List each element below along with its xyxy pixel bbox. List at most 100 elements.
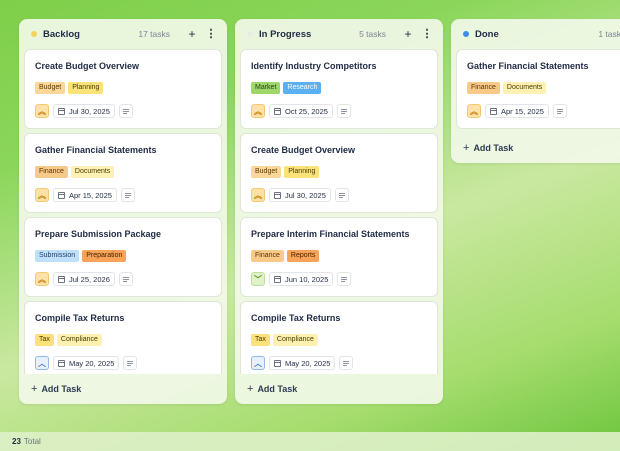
tag: Budget	[251, 166, 282, 178]
due-date-text: May 20, 2025	[285, 358, 331, 368]
calendar-icon	[58, 191, 65, 199]
more-options-icon[interactable]: ⋮	[421, 28, 433, 40]
priority-medium-icon[interactable]: ︿	[251, 356, 265, 370]
notes-icon[interactable]	[339, 356, 354, 370]
task-title: Create Budget Overview	[35, 61, 140, 71]
due-date[interactable]: Jun 10, 2025	[269, 272, 334, 286]
calendar-icon	[490, 107, 497, 115]
add-icon[interactable]: +	[402, 28, 414, 40]
notes-icon[interactable]	[336, 104, 351, 118]
notes-icon[interactable]	[120, 188, 135, 202]
notes-icon[interactable]	[118, 104, 133, 118]
task-title: Create Budget Overview	[251, 145, 356, 155]
card-list: Gather Financial Statements Finance Docu…	[451, 49, 620, 133]
calendar-icon	[274, 275, 281, 283]
column-title: In Progress	[259, 28, 312, 40]
due-date-text: Oct 25, 2025	[285, 106, 328, 116]
notes-icon[interactable]	[123, 356, 138, 370]
total-count: 23	[12, 437, 21, 446]
task-title: Gather Financial Statements	[467, 61, 589, 71]
task-title: Compile Tax Returns	[35, 313, 125, 323]
due-date[interactable]: Jul 30, 2025	[269, 188, 331, 202]
task-card[interactable]: Create Budget Overview Budget Planning ︽…	[240, 133, 438, 213]
due-date[interactable]: May 20, 2025	[53, 356, 120, 370]
task-count: 1 task	[598, 29, 620, 39]
add-icon[interactable]: +	[186, 28, 198, 40]
tag: Tax	[251, 334, 270, 346]
calendar-icon	[274, 191, 281, 199]
tag: Submission	[35, 250, 80, 262]
calendar-icon	[58, 275, 65, 283]
task-title: Prepare Submission Package	[35, 229, 162, 239]
tag: Preparation	[82, 250, 127, 262]
add-task-button[interactable]: + Add Task	[19, 374, 227, 404]
column-done: Done 1 task Gather Financial Statements …	[451, 19, 620, 163]
notes-icon[interactable]	[337, 272, 352, 286]
priority-high-icon[interactable]: ︽	[251, 188, 265, 202]
due-date[interactable]: Jul 30, 2025	[53, 104, 115, 118]
add-task-label: Add Task	[473, 143, 514, 153]
tag: Compliance	[56, 334, 102, 346]
priority-medium-icon[interactable]: ︿	[35, 356, 49, 370]
task-count: 5 tasks	[359, 29, 386, 39]
task-count: 17 tasks	[138, 29, 170, 39]
task-card[interactable]: Prepare Interim Financial Statements Fin…	[240, 217, 438, 297]
add-task-button[interactable]: + Add Task	[235, 374, 443, 404]
column-header: In Progress 5 tasks + ⋮	[235, 19, 443, 49]
total-label: Total	[23, 437, 41, 446]
priority-high-icon[interactable]: ︽	[251, 104, 265, 118]
tag: Market	[251, 82, 281, 94]
due-date-text: Apr 15, 2025	[69, 190, 112, 200]
priority-high-icon[interactable]: ︽	[35, 104, 49, 118]
add-task-button[interactable]: + Add Task	[451, 133, 620, 163]
due-date-text: May 20, 2025	[69, 358, 115, 368]
priority-low-icon[interactable]: ﹀	[251, 272, 265, 286]
tag: Planning	[284, 166, 320, 178]
tag: Documents	[70, 166, 115, 178]
card-list: Create Budget Overview Budget Planning ︽…	[19, 49, 227, 374]
task-card[interactable]: Prepare Submission Package Submission Pr…	[24, 217, 222, 297]
due-date[interactable]: Apr 15, 2025	[53, 188, 117, 202]
due-date-text: Jun 10, 2025	[285, 274, 329, 284]
priority-high-icon[interactable]: ︽	[35, 272, 49, 286]
tag: Finance	[35, 166, 68, 178]
due-date-text: Jul 30, 2025	[285, 190, 326, 200]
column-title: Done	[475, 28, 499, 40]
task-card[interactable]: Identify Industry Competitors Market Res…	[240, 49, 438, 129]
due-date[interactable]: Jul 25, 2026	[53, 272, 115, 286]
tag: Tax	[35, 334, 54, 346]
notes-icon[interactable]	[334, 188, 349, 202]
due-date-text: Apr 15, 2025	[501, 106, 544, 116]
task-card[interactable]: Gather Financial Statements Finance Docu…	[456, 49, 620, 129]
due-date[interactable]: Oct 25, 2025	[269, 104, 333, 118]
tag: Finance	[467, 82, 500, 94]
add-task-label: Add Task	[41, 384, 82, 394]
task-card[interactable]: Gather Financial Statements Finance Docu…	[24, 133, 222, 213]
tag: Compliance	[272, 334, 318, 346]
due-date[interactable]: May 20, 2025	[269, 356, 336, 370]
column-title: Backlog	[43, 28, 80, 40]
due-date[interactable]: Apr 15, 2025	[485, 104, 549, 118]
tag: Finance	[251, 250, 284, 262]
plus-icon: +	[247, 383, 254, 395]
column-in-progress: In Progress 5 tasks + ⋮ Identify Industr…	[235, 19, 443, 404]
card-list: Identify Industry Competitors Market Res…	[235, 49, 443, 374]
status-dot	[247, 31, 253, 37]
priority-high-icon[interactable]: ︽	[35, 188, 49, 202]
more-options-icon[interactable]: ⋮	[205, 28, 217, 40]
column-header: Backlog 17 tasks + ⋮	[19, 19, 227, 49]
tag: Planning	[68, 82, 104, 94]
task-card[interactable]: Compile Tax Returns Tax Compliance ︿ May…	[24, 301, 222, 374]
add-task-label: Add Task	[257, 384, 298, 394]
priority-high-icon[interactable]: ︽	[467, 104, 481, 118]
column-header: Done 1 task	[451, 19, 620, 49]
notes-icon[interactable]	[118, 272, 133, 286]
status-dot	[463, 31, 469, 37]
calendar-icon	[274, 107, 281, 115]
task-card[interactable]: Create Budget Overview Budget Planning ︽…	[24, 49, 222, 129]
task-card[interactable]: Compile Tax Returns Tax Compliance ︿ May…	[240, 301, 438, 374]
task-title: Compile Tax Returns	[251, 313, 341, 323]
due-date-text: Jul 25, 2026	[69, 274, 110, 284]
tag: Budget	[35, 82, 66, 94]
notes-icon[interactable]	[552, 104, 567, 118]
